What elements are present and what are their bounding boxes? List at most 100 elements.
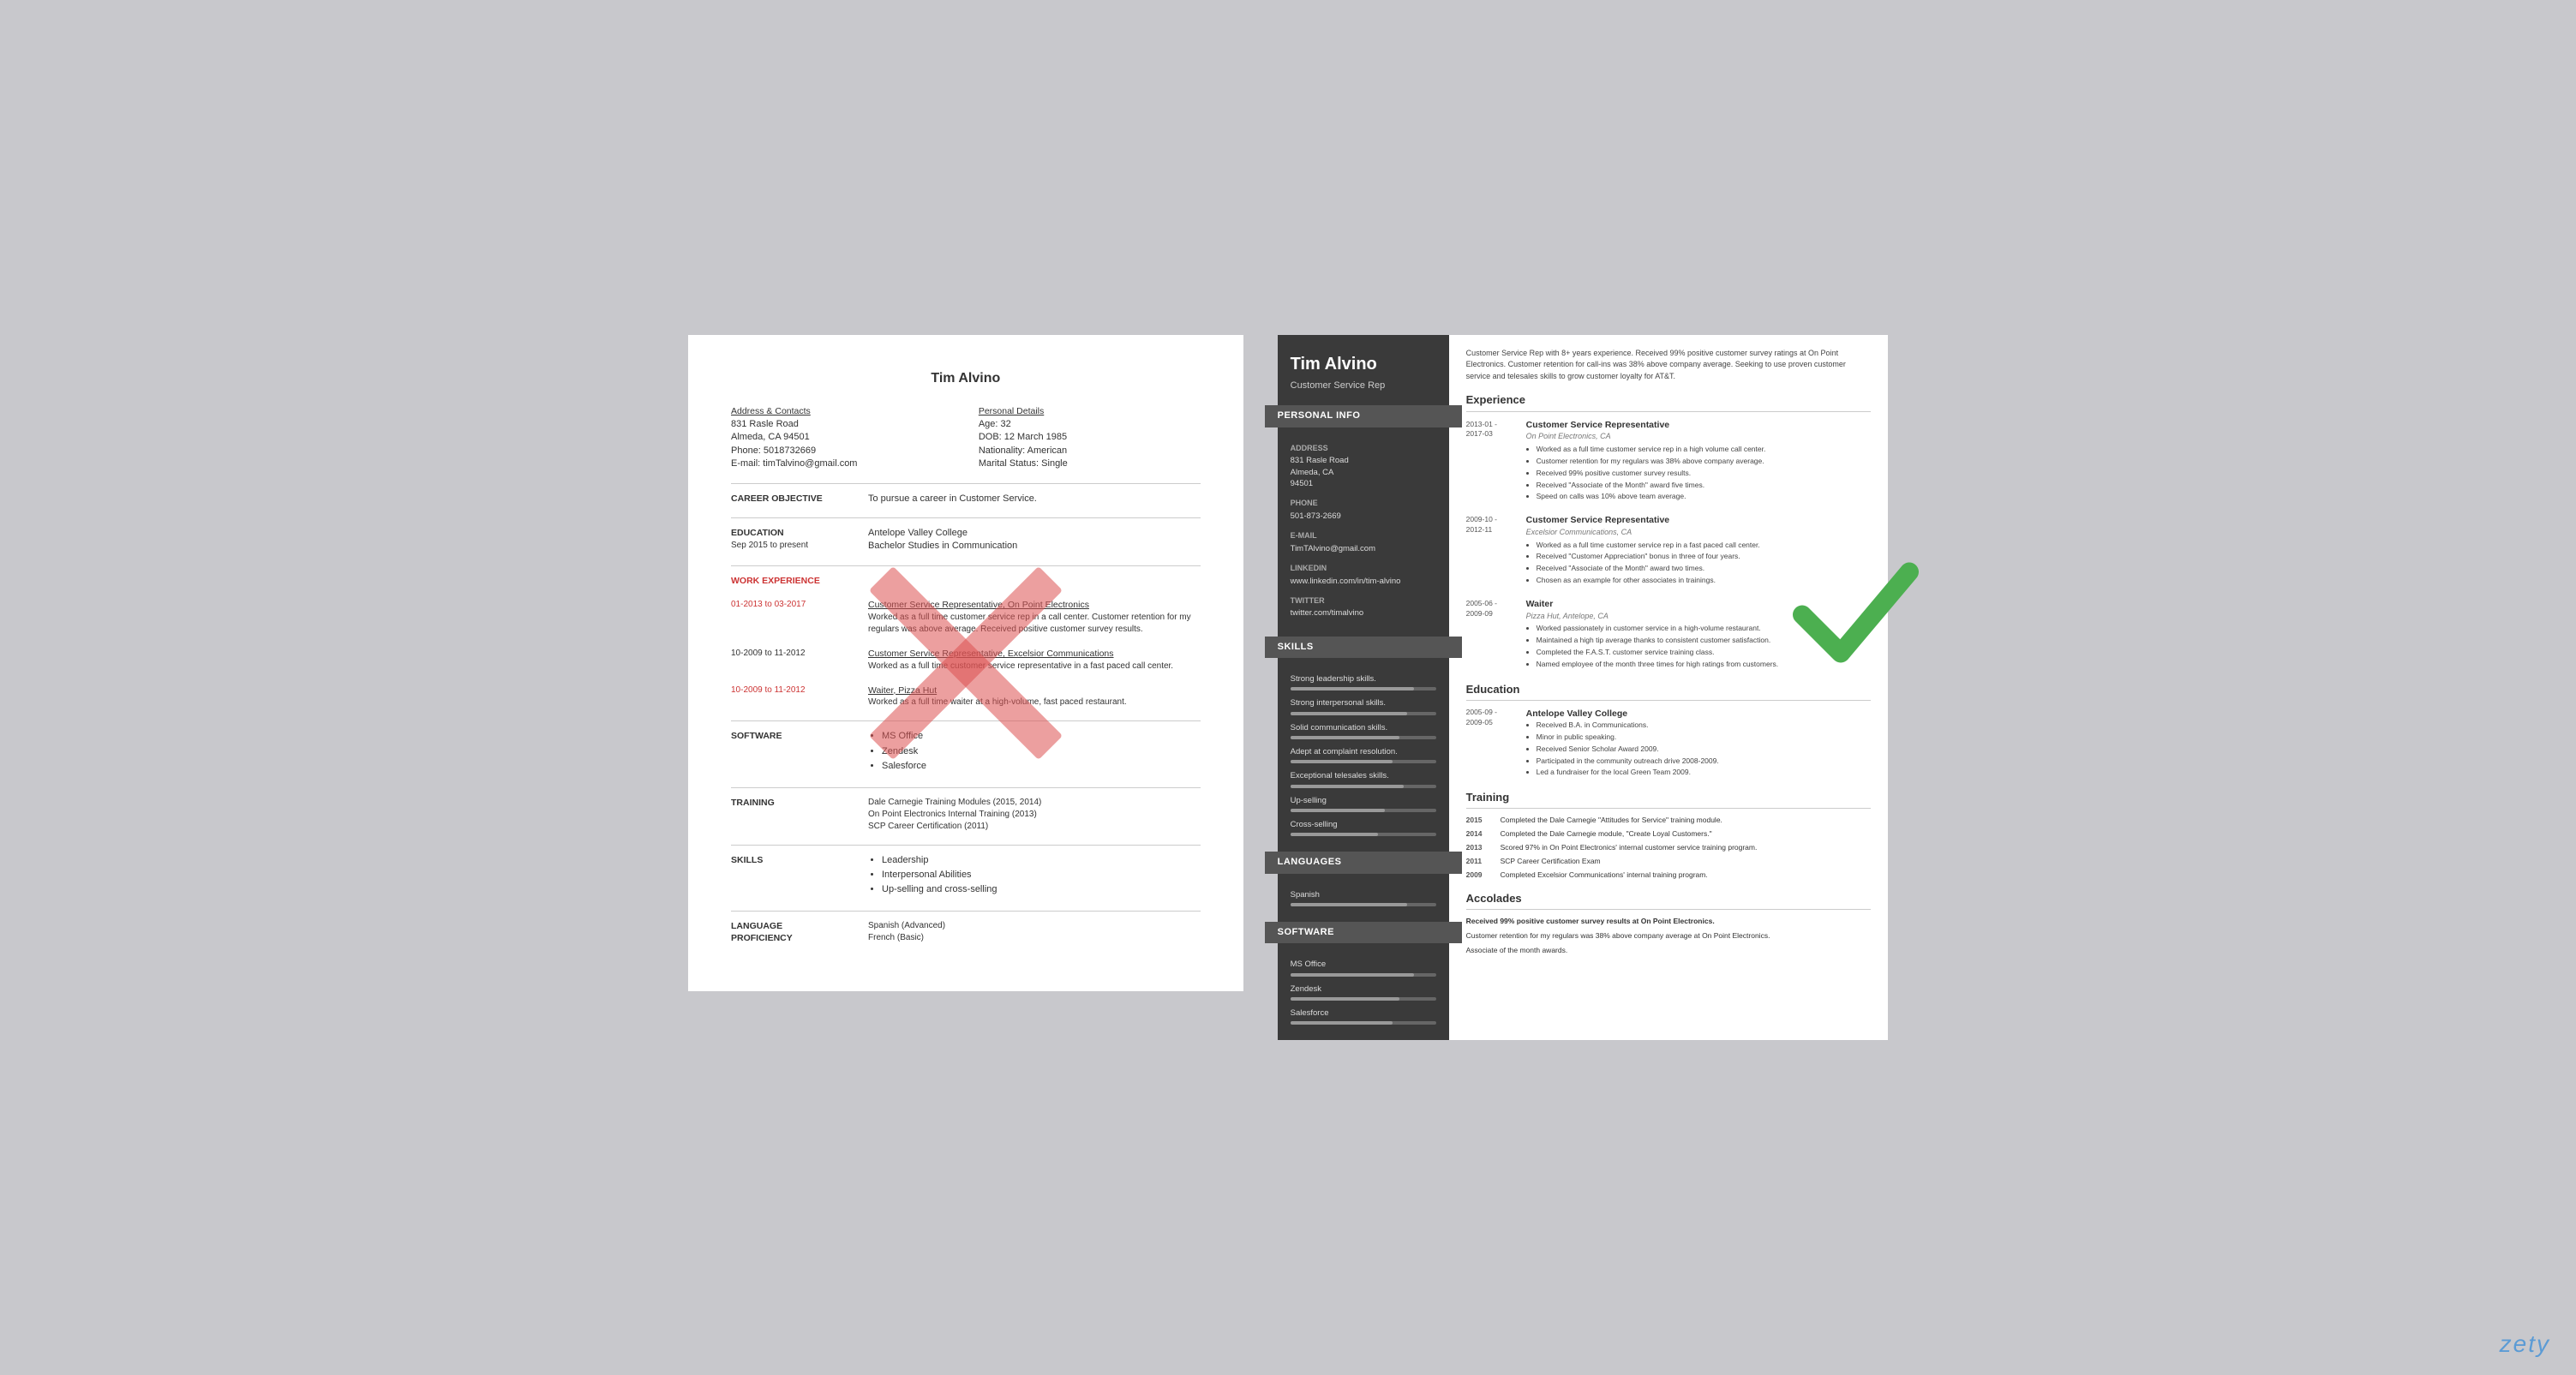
good-resume-title: Customer Service Rep — [1291, 380, 1436, 392]
bad-education-degree: Bachelor Studies in Communication — [868, 540, 1201, 553]
bad-software-list: MS Office Zendesk Salesforce — [868, 730, 1201, 773]
sidebar-personal-title: Personal Info — [1265, 405, 1462, 427]
bad-dob: DOB: 12 March 1985 — [979, 431, 1201, 444]
bad-training-label: TRAINING — [731, 797, 842, 833]
bad-age: Age: 32 — [979, 418, 1201, 431]
sidebar-address: Address 831 Rasle RoadAlmeda, CA94501 — [1291, 443, 1436, 489]
exp-item: 2013-01 -2017-03 Customer Service Repres… — [1466, 419, 1871, 505]
skill-item: Exceptional telesales skills. — [1291, 770, 1436, 787]
list-item: Maintained a high tip average thanks to … — [1537, 636, 1779, 646]
skill-item: Up-selling — [1291, 795, 1436, 812]
main-content: Customer Service Rep with 8+ years exper… — [1449, 335, 1888, 1040]
exp-item: 2009-10 -2012-11 Customer Service Repres… — [1466, 514, 1871, 588]
skill-item: Solid communication skills. — [1291, 722, 1436, 739]
linkedin-label: LinkedIn — [1291, 563, 1436, 574]
list-item: Leadership — [882, 854, 1201, 867]
experience-title: Experience — [1466, 392, 1871, 411]
list-item: Received "Customer Appreciation" bonus i… — [1537, 552, 1760, 562]
list-item: Worked as a full time customer service r… — [1537, 445, 1766, 455]
good-resume-wrapper: Tim Alvino Customer Service Rep Personal… — [1278, 335, 1888, 1040]
training-item: 2013 Scored 97% in On Point Electronics'… — [1466, 843, 1871, 853]
sidebar-skills-title: Skills — [1265, 637, 1462, 658]
sidebar-email: E-mail TimTAlvino@gmail.com — [1291, 530, 1436, 554]
zety-brand: zety — [2500, 1330, 2550, 1358]
bad-resume-wrapper: Tim Alvino Address & Contacts 831 Rasle … — [688, 335, 1243, 991]
list-item: Completed the F.A.S.T. customer service … — [1537, 648, 1779, 658]
list-item: Led a fundraiser for the local Green Tea… — [1537, 768, 1719, 778]
list-item: Zendesk — [882, 745, 1201, 758]
bad-job3-desc: Worked as a full time waiter at a high-v… — [868, 696, 1201, 708]
bad-education-dates: Sep 2015 to present — [731, 540, 842, 552]
bad-address-label: Address & Contacts — [731, 405, 953, 418]
sidebar-linkedin: LinkedIn www.linkedin.com/in/tim-alvino — [1291, 563, 1436, 587]
email-label: E-mail — [1291, 530, 1436, 541]
skill-item: Cross-selling — [1291, 819, 1436, 836]
bad-job3-title: Waiter, Pizza Hut — [868, 685, 1201, 697]
bad-skills-list: Leadership Interpersonal Abilities Up-se… — [868, 854, 1201, 897]
bad-city: Almeda, CA 94501 — [731, 431, 953, 444]
bad-work-label: WORK EXPERIENCE — [731, 575, 842, 588]
sidebar-personal-section: Address 831 Rasle RoadAlmeda, CA94501 Ph… — [1278, 434, 1449, 637]
list-item: Participated in the community outreach d… — [1537, 756, 1719, 767]
accolade-item: Received 99% positive customer survey re… — [1466, 917, 1871, 927]
bad-address: 831 Rasle Road — [731, 418, 953, 431]
bad-software-label: SOFTWARE — [731, 730, 842, 774]
main-container: Tim Alvino Address & Contacts 831 Rasle … — [688, 335, 1888, 1040]
bad-resume-name: Tim Alvino — [731, 369, 1201, 388]
training-title: Training — [1466, 790, 1871, 809]
training-item: 2009 Completed Excelsior Communications'… — [1466, 870, 1871, 881]
address-label: Address — [1291, 443, 1436, 454]
skill-item: Strong leadership skills. — [1291, 673, 1436, 690]
sidebar-software-section: MS Office Zendesk Salesforce — [1278, 950, 1449, 1040]
bad-education-label: EDUCATION — [731, 527, 842, 540]
list-item: Received B.A. in Communications. — [1537, 720, 1719, 731]
sw-item: Salesforce — [1291, 1007, 1436, 1025]
list-item: Received 99% positive customer survey re… — [1537, 469, 1766, 479]
sw-item: MS Office — [1291, 959, 1436, 976]
list-item: Salesforce — [882, 760, 1201, 773]
sidebar-twitter: Twitter twitter.com/timalvino — [1291, 595, 1436, 619]
bad-career-text: To pursue a career in Customer Service. — [868, 493, 1201, 505]
list-item: Received "Associate of the Month" award … — [1537, 564, 1760, 574]
bad-marital: Marital Status: Single — [979, 457, 1201, 470]
edu-item: 2005-09 -2009-05 Antelope Valley College… — [1466, 708, 1871, 780]
skill-item: Strong interpersonal skills. — [1291, 697, 1436, 714]
bad-job1-desc: Worked as a full time customer service r… — [868, 612, 1201, 636]
bad-job1-dates: 01-2013 to 03-2017 — [731, 599, 842, 636]
bad-job2-desc: Worked as a full time customer service r… — [868, 661, 1201, 673]
sidebar-languages-section: Spanish — [1278, 881, 1449, 922]
list-item: Chosen as an example for other associate… — [1537, 576, 1760, 586]
bad-personal-label: Personal Details — [979, 405, 1201, 418]
bad-career-label: CAREER OBJECTIVE — [731, 493, 842, 505]
training-item: 2011 SCP Career Certification Exam — [1466, 857, 1871, 867]
twitter-value: twitter.com/timalvino — [1291, 607, 1436, 619]
training-item: 2014 Completed the Dale Carnegie module,… — [1466, 829, 1871, 840]
education-title: Education — [1466, 682, 1871, 701]
list-item: MS Office — [882, 730, 1201, 743]
bad-job2-title: Customer Service Representative, Excelsi… — [868, 648, 1201, 661]
accolades-title: Accolades — [1466, 891, 1871, 910]
phone-value: 501-873-2669 — [1291, 511, 1436, 522]
bad-nationality: Nationality: American — [979, 445, 1201, 457]
linkedin-value: www.linkedin.com/in/tim-alvino — [1291, 576, 1436, 587]
bad-phone: Phone: 5018732669 — [731, 445, 953, 457]
list-item: Named employee of the month three times … — [1537, 660, 1779, 670]
list-item: Up-selling and cross-selling — [882, 883, 1201, 896]
sidebar-software-title: Software — [1265, 922, 1462, 943]
bad-job2-dates: 10-2009 to 11-2012 — [731, 648, 842, 673]
accolade-item: Customer retention for my regulars was 3… — [1466, 931, 1871, 942]
list-item: Worked as a full time customer service r… — [1537, 541, 1760, 551]
sw-item: Zendesk — [1291, 983, 1436, 1001]
sidebar-languages-title: Languages — [1265, 852, 1462, 873]
accolade-item: Associate of the month awards. — [1466, 946, 1871, 956]
summary-text: Customer Service Rep with 8+ years exper… — [1466, 348, 1871, 383]
bad-skills-label: SKILLS — [731, 854, 842, 899]
lang-item: Spanish — [1291, 889, 1436, 906]
twitter-label: Twitter — [1291, 595, 1436, 607]
bad-lang-text: Spanish (Advanced)French (Basic) — [868, 920, 1201, 945]
email-value: TimTAlvino@gmail.com — [1291, 543, 1436, 554]
bad-job3-dates: 10-2009 to 11-2012 — [731, 685, 842, 709]
training-item: 2015 Completed the Dale Carnegie "Attitu… — [1466, 816, 1871, 826]
list-item: Worked passionately in customer service … — [1537, 624, 1779, 634]
bad-email: E-mail: timTalvino@gmail.com — [731, 457, 953, 470]
